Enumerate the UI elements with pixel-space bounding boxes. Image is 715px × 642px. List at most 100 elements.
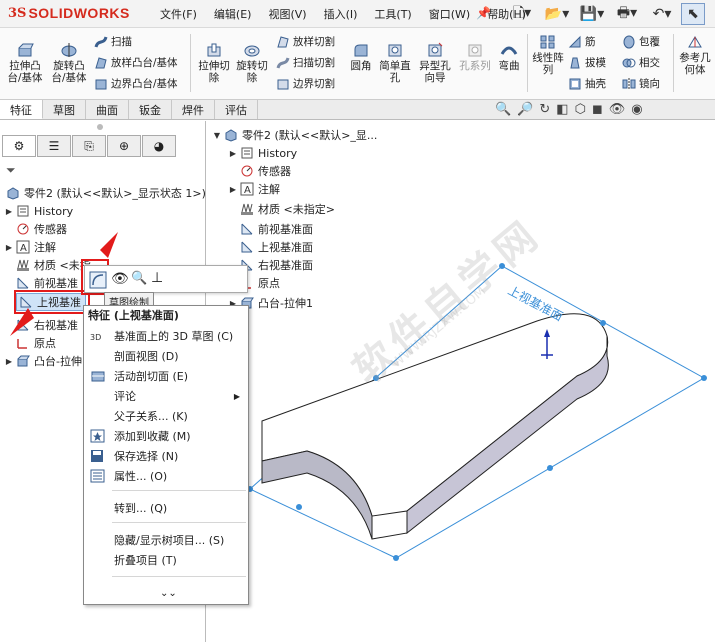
print-icon[interactable]: 🖶▾ (611, 3, 643, 25)
menu-item-section-view[interactable]: 剖面视图 (D) (84, 346, 248, 366)
feature-manager-tab-icon[interactable]: ⚙ (2, 135, 36, 157)
zoom-to-fit-icon[interactable]: 🔍 (495, 102, 511, 117)
plane-handle[interactable] (547, 465, 553, 471)
expand-arrow-icon[interactable]: ▶ (4, 207, 14, 216)
loft-cut-button[interactable]: 放样切割 (276, 34, 335, 49)
menu-item-collapse-items[interactable]: 折叠项目 (T) (84, 550, 248, 570)
heads-up-view-toolbar: 🔍 🔎 ↻ ◧ ⬡ ◼ 👁 ◉ (495, 102, 643, 117)
section-view-icon[interactable]: ◧ (556, 102, 568, 117)
sweep-label: 扫描 (111, 36, 132, 48)
menu-item-live-section-plane[interactable]: 活动剖切面 (E) (84, 366, 248, 386)
tab-evaluate[interactable]: 评估 (215, 100, 258, 119)
graphics-viewport[interactable]: 上视基准面 (207, 121, 715, 642)
undo-icon[interactable]: ↶▾ (646, 3, 678, 25)
linear-pattern-button[interactable]: 线性阵 列 (530, 34, 566, 76)
solidworks-logo[interactable]: 3S SOLIDWORKS (8, 5, 130, 21)
tree-item-history[interactable]: ▶ History (4, 202, 73, 220)
menu-item-parent-child[interactable]: 父子关系... (K) (84, 406, 248, 426)
sketch-icon[interactable] (89, 271, 107, 292)
loft-boss-button[interactable]: 放样凸台/基体 (94, 55, 178, 70)
mirror-button[interactable]: 镜向 (622, 76, 660, 91)
extrude-boss-button[interactable]: 拉伸凸 台/基体 (4, 42, 46, 84)
fillet-button[interactable]: 圆角 (346, 42, 376, 72)
menu-insert[interactable]: 插入(I) (324, 6, 358, 22)
tab-sheet-metal[interactable]: 钣金 (129, 100, 172, 119)
boundary-boss-button[interactable]: 边界凸台/基体 (94, 76, 178, 91)
simple-hole-button[interactable]: 简单直 孔 (378, 42, 412, 84)
shell-button[interactable]: 抽壳 (568, 76, 606, 91)
configuration-manager-tab-icon[interactable]: ⎘ (72, 135, 106, 157)
part-icon (6, 186, 20, 200)
revolve-boss-button[interactable]: 旋转凸 台/基体 (48, 42, 90, 84)
save-icon[interactable]: 💾▾ (576, 3, 608, 25)
flex-button[interactable]: 弯曲 (494, 42, 524, 72)
plane-handle[interactable] (600, 320, 606, 326)
menu-file[interactable]: 文件(F) (160, 6, 197, 22)
menu-item-hide-show-tree-items[interactable]: 隐藏/显示树项目... (S) (84, 530, 248, 550)
menu-item-properties[interactable]: 属性... (O) (84, 466, 248, 486)
quick-access-toolbar: 🗋▾ 📂▾ 💾▾ 🖶▾ ↶▾ ⬉ (506, 3, 705, 25)
extrude-cut-button[interactable]: 拉伸切 除 (196, 42, 232, 84)
menu-window[interactable]: 窗口(W) (429, 6, 470, 22)
menu-edit[interactable]: 编辑(E) (214, 6, 252, 22)
boundary-icon (95, 79, 107, 89)
boundary-cut-button[interactable]: 边界切割 (276, 76, 335, 91)
simple-hole-label: 简单直 孔 (379, 60, 411, 84)
tab-surfaces[interactable]: 曲面 (86, 100, 129, 119)
hide-show-icon[interactable]: 👁 (609, 102, 626, 117)
tab-features[interactable]: 特征 (0, 100, 43, 119)
previous-view-icon[interactable]: ↻ (539, 102, 550, 117)
tab-sketch[interactable]: 草图 (43, 100, 86, 119)
boundary-cut-icon (277, 79, 289, 89)
scene-icon[interactable]: ◉ (631, 102, 642, 117)
reference-geometry-label: 参考几 何体 (679, 52, 711, 76)
reference-geometry-button[interactable]: 参考几 何体 (676, 34, 714, 76)
zoom-to-selection-icon[interactable]: 🔍 (131, 271, 147, 286)
ribbon-divider (673, 34, 674, 92)
plane-handle[interactable] (393, 555, 399, 561)
menu-tools[interactable]: 工具(T) (374, 6, 411, 22)
save-selection-icon (90, 449, 106, 463)
property-manager-tab-icon[interactable]: ☰ (37, 135, 71, 157)
revolve-cut-button[interactable]: 旋转切 除 (234, 42, 270, 84)
hole-series-button[interactable]: 孔系列 (458, 42, 492, 72)
sweep-cut-button[interactable]: 扫描切割 (276, 55, 335, 70)
rib-button[interactable]: 筋 (568, 34, 596, 49)
zoom-area-icon[interactable]: 🔎 (517, 102, 533, 117)
hole-wizard-button[interactable]: 异型孔 向导 (416, 42, 454, 84)
menu-item-save-selection[interactable]: 保存选择 (N) (84, 446, 248, 466)
wrap-button[interactable]: 包覆 (622, 34, 660, 49)
display-manager-tab-icon[interactable]: ◕ (142, 135, 176, 157)
select-cursor-icon[interactable]: ⬉ (681, 3, 705, 25)
plane-handle[interactable] (701, 375, 707, 381)
show-hide-eye-icon[interactable]: 👁 (111, 271, 129, 287)
view-orientation-icon[interactable]: ⬡ (575, 102, 586, 117)
pin-icon[interactable]: 📌 (476, 6, 491, 20)
shell-label: 抽壳 (585, 78, 606, 90)
menu-item-comment[interactable]: 评论 ▶ (84, 386, 248, 406)
expand-menu-chevron-icon[interactable]: ⌄⌄ (160, 588, 177, 599)
menu-view[interactable]: 视图(V) (268, 6, 306, 22)
menu-item-goto[interactable]: 转到... (Q) (84, 498, 248, 518)
hole-wizard-label: 异型孔 向导 (419, 60, 451, 84)
dimxpert-tab-icon[interactable]: ⊕ (107, 135, 141, 157)
part-end-face[interactable] (371, 510, 408, 540)
filter-icon[interactable]: ⏷ (6, 163, 16, 178)
command-manager-ribbon: 拉伸凸 台/基体 旋转凸 台/基体 扫描 放样凸台/基体 边界凸台/基体 拉伸切… (0, 28, 715, 100)
display-style-icon[interactable]: ◼ (592, 102, 603, 117)
new-file-icon[interactable]: 🗋▾ (506, 3, 538, 25)
sweep-button[interactable]: 扫描 (94, 34, 132, 49)
draft-button[interactable]: 拔模 (568, 55, 606, 70)
intersect-button[interactable]: 相交 (622, 55, 660, 70)
menu-item-3d-sketch-on-plane[interactable]: 3D 基准面上的 3D 草图 (C) (84, 326, 248, 346)
plane-handle[interactable] (296, 504, 302, 510)
normal-to-icon[interactable]: ⊥ (151, 270, 163, 286)
tab-weldments[interactable]: 焊件 (172, 100, 215, 119)
fillet-label: 圆角 (350, 60, 372, 72)
menu-item-add-to-favorites[interactable]: 添加到收藏 (M) (84, 426, 248, 446)
tree-root[interactable]: 零件2 (默认<<默认>_显示状态 1>) (4, 184, 206, 202)
extrude-cut-label: 拉伸切 除 (198, 60, 230, 84)
ribbon-divider (527, 34, 528, 92)
panel-grip[interactable] (97, 124, 103, 130)
open-file-icon[interactable]: 📂▾ (541, 3, 573, 25)
